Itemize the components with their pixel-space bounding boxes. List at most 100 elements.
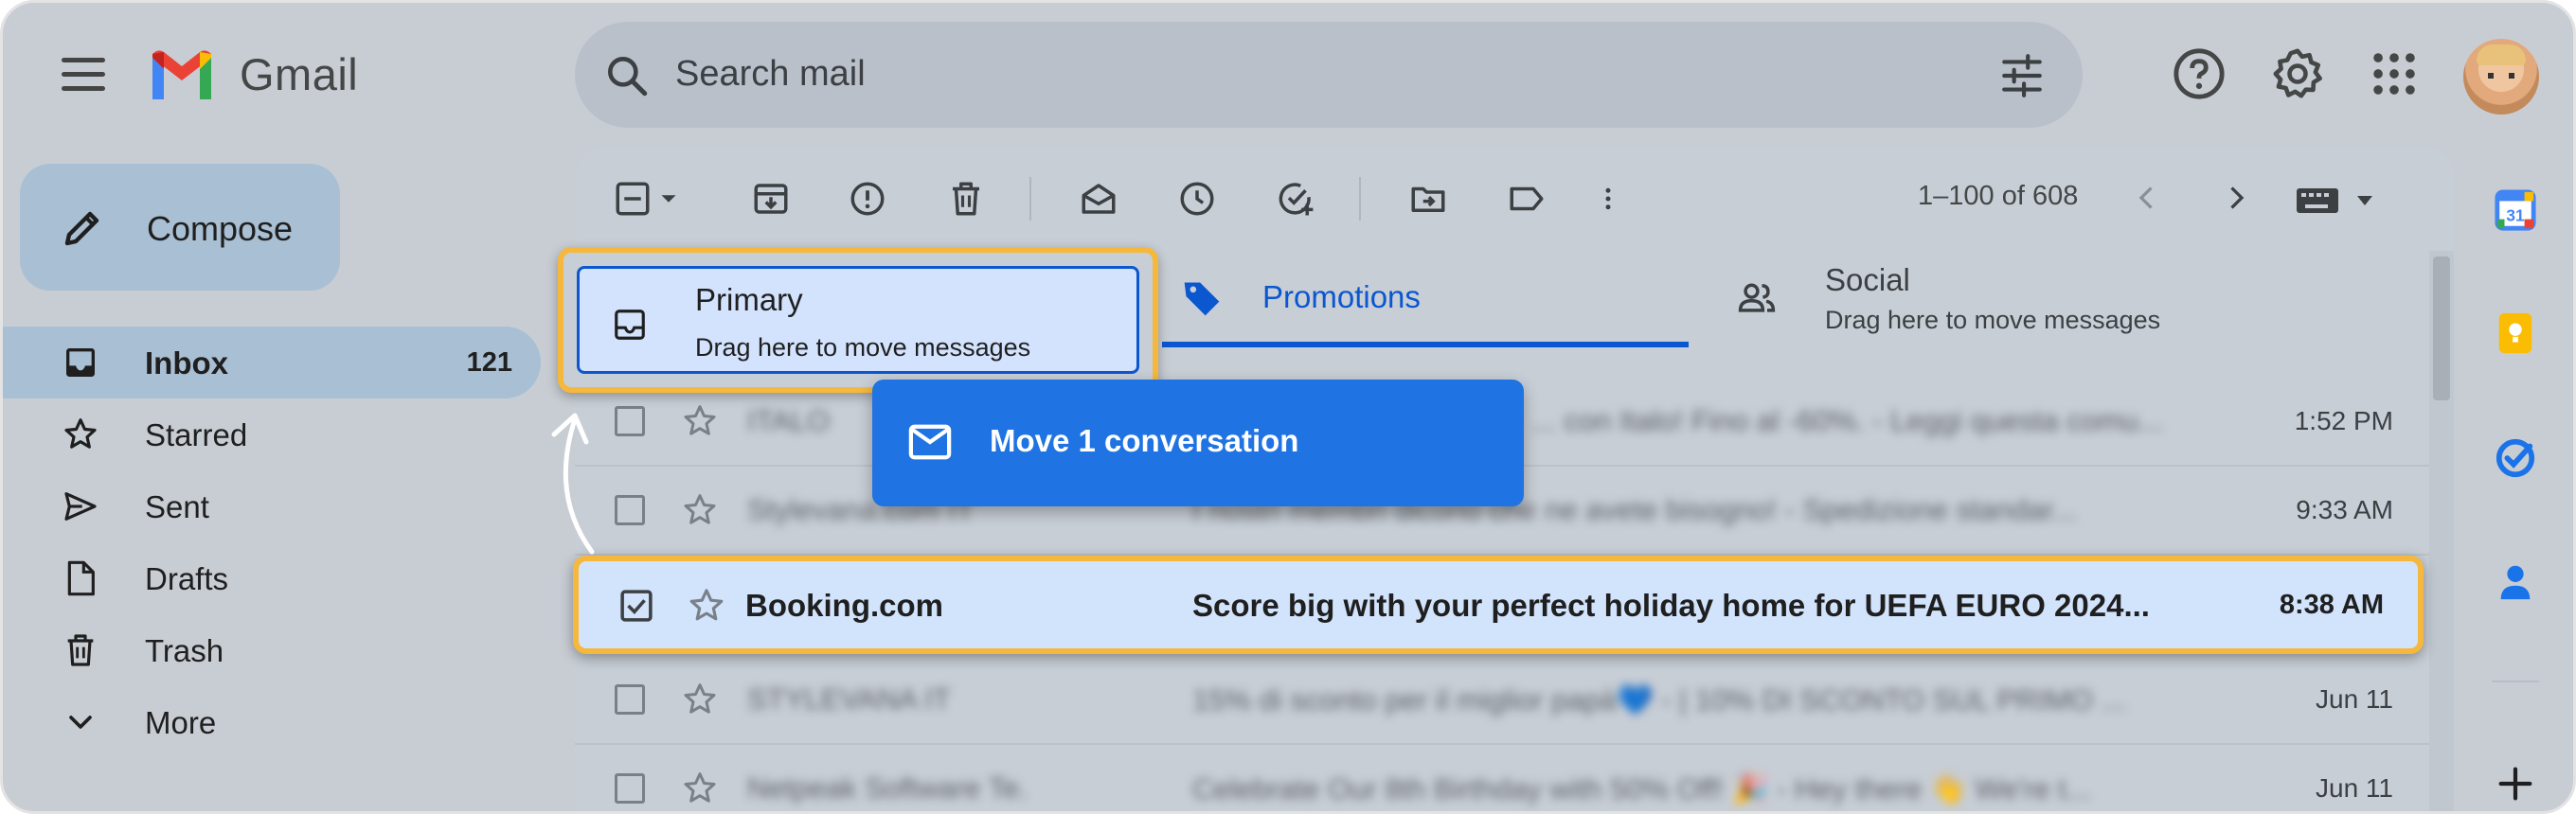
snooze-clock-icon[interactable] [1177, 179, 1217, 219]
tab-subtitle: Drag here to move messages [1825, 306, 2161, 334]
contacts-icon[interactable] [2494, 559, 2537, 603]
search-options-icon[interactable] [1997, 52, 2047, 99]
email-time: Jun 11 [2316, 684, 2393, 714]
avatar-eyes [2488, 73, 2514, 79]
sidebar-item-inbox[interactable]: Inbox 121 [3, 327, 541, 398]
star-icon[interactable] [681, 770, 719, 807]
account-avatar[interactable] [2463, 39, 2539, 115]
pencil-icon [64, 211, 99, 246]
email-row[interactable]: STYLEVANA IT 15% di sconto per il miglio… [575, 656, 2431, 745]
sidebar-nav: Inbox 121 Starred Sent Drafts Trash More [3, 327, 541, 758]
sidebar-item-label: Drafts [145, 561, 229, 596]
email-row[interactable]: Netpeak Software Te. Celebrate Our 8th B… [575, 745, 2431, 811]
chevron-left-icon[interactable] [2130, 181, 2164, 215]
tab-primary-drop-target[interactable]: Primary Drag here to move messages [558, 247, 1158, 393]
search-icon[interactable] [603, 52, 651, 99]
email-subject: Score big with your perfect holiday home… [1192, 588, 2150, 623]
move-to-folder-icon[interactable] [1408, 179, 1448, 219]
toolbar-divider [1029, 177, 1031, 221]
scrollbar[interactable] [2429, 251, 2454, 811]
menu-line [62, 72, 105, 77]
mark-as-read-icon[interactable] [1079, 179, 1118, 219]
drag-tooltip-label: Move 1 conversation [990, 423, 1299, 458]
draft-icon [67, 560, 95, 596]
sidebar-item-label: Sent [145, 489, 209, 524]
chevron-down-icon [69, 716, 92, 729]
avatar-hair [2477, 44, 2526, 65]
send-icon [64, 492, 97, 521]
sidebar-item-sent[interactable]: Sent [3, 470, 541, 542]
gmail-window: Gmail Search mail Compose Inbox 121 Star… [0, 0, 2576, 814]
inbox-icon [615, 310, 645, 340]
search-bar[interactable]: Search mail [575, 22, 2083, 128]
menu-line [62, 58, 105, 62]
settings-gear-icon[interactable] [2270, 46, 2325, 101]
sidebar-item-starred[interactable]: Starred [3, 398, 541, 470]
add-icon[interactable] [2494, 762, 2537, 805]
tag-icon [1184, 282, 1220, 316]
delete-icon[interactable] [946, 179, 986, 219]
sidebar-item-label: Trash [145, 633, 224, 668]
email-time: 9:33 AM [2296, 495, 2393, 524]
tab-promotions[interactable]: Promotions [1162, 249, 1689, 347]
sidebar-item-trash[interactable]: Trash [3, 614, 541, 686]
row-checkbox[interactable] [615, 773, 645, 804]
search-input[interactable]: Search mail [675, 54, 866, 95]
trash-icon [67, 634, 94, 666]
compose-button[interactable]: Compose [20, 164, 340, 291]
archive-icon[interactable] [751, 179, 791, 219]
more-vert-icon[interactable] [1594, 179, 1622, 219]
tab-subtitle: Drag here to move messages [695, 333, 1031, 362]
email-sender: Netpeak Software Te. [747, 771, 1028, 805]
sidebar-item-label: More [145, 705, 217, 740]
add-to-tasks-icon[interactable] [1276, 179, 1315, 219]
tab-label: Social [1825, 262, 1910, 297]
tab-label: Primary [695, 282, 803, 317]
star-icon[interactable] [681, 491, 719, 529]
select-checkbox-icon[interactable] [613, 179, 653, 219]
main-menu-button[interactable] [62, 58, 105, 92]
drag-tooltip: Move 1 conversation [872, 380, 1524, 506]
input-tools-keyboard-icon[interactable] [2295, 186, 2382, 215]
tasks-icon[interactable] [2494, 436, 2537, 480]
app-title: Gmail [240, 49, 359, 99]
star-icon[interactable] [681, 402, 719, 440]
inbox-icon [66, 348, 95, 377]
email-time: 1:52 PM [2294, 406, 2393, 435]
report-spam-icon[interactable] [848, 179, 887, 219]
star-icon [64, 418, 97, 449]
email-sender: STYLEVANA IT [747, 682, 951, 716]
star-icon[interactable] [681, 681, 719, 718]
pagination-count: 1–100 of 608 [1918, 181, 2079, 211]
checked-checkbox-icon[interactable] [620, 590, 653, 622]
select-dropdown-icon[interactable] [654, 179, 683, 219]
calendar-icon[interactable]: 31 [2494, 188, 2537, 232]
sidebar-item-label: Starred [145, 417, 248, 452]
row-checkbox[interactable] [615, 495, 645, 525]
help-icon[interactable] [2172, 46, 2227, 101]
chevron-right-icon[interactable] [2219, 181, 2253, 215]
side-panel-divider [2492, 681, 2539, 682]
sidebar-item-drafts[interactable]: Drafts [3, 542, 541, 614]
label-icon[interactable] [1507, 179, 1547, 219]
svg-text:31: 31 [2506, 206, 2525, 225]
toolbar-divider [1359, 177, 1361, 221]
selected-email-row[interactable]: Booking.com Score big with your perfect … [573, 556, 2424, 654]
tab-social[interactable]: Social Drag here to move messages [1736, 249, 2304, 347]
sidebar-item-label: Inbox [145, 345, 228, 380]
drag-direction-arrow-icon [551, 413, 595, 555]
keep-icon[interactable] [2494, 311, 2537, 355]
menu-line [62, 86, 105, 91]
gmail-logo-icon [152, 50, 211, 99]
star-icon[interactable] [687, 586, 726, 626]
mail-envelope-icon [908, 424, 952, 460]
scrollbar-thumb[interactable] [2433, 257, 2450, 400]
apps-grid-icon[interactable] [2367, 46, 2422, 101]
row-checkbox[interactable] [615, 406, 645, 436]
tab-primary[interactable]: Primary Drag here to move messages [577, 266, 1139, 374]
email-time: 8:38 AM [2279, 590, 2384, 620]
tab-label: Promotions [1262, 279, 1421, 314]
row-checkbox[interactable] [615, 684, 645, 715]
sidebar-item-more[interactable]: More [3, 686, 541, 758]
email-subject: ... con Italo! Fino al -60%. - Leggi que… [1531, 404, 2163, 437]
